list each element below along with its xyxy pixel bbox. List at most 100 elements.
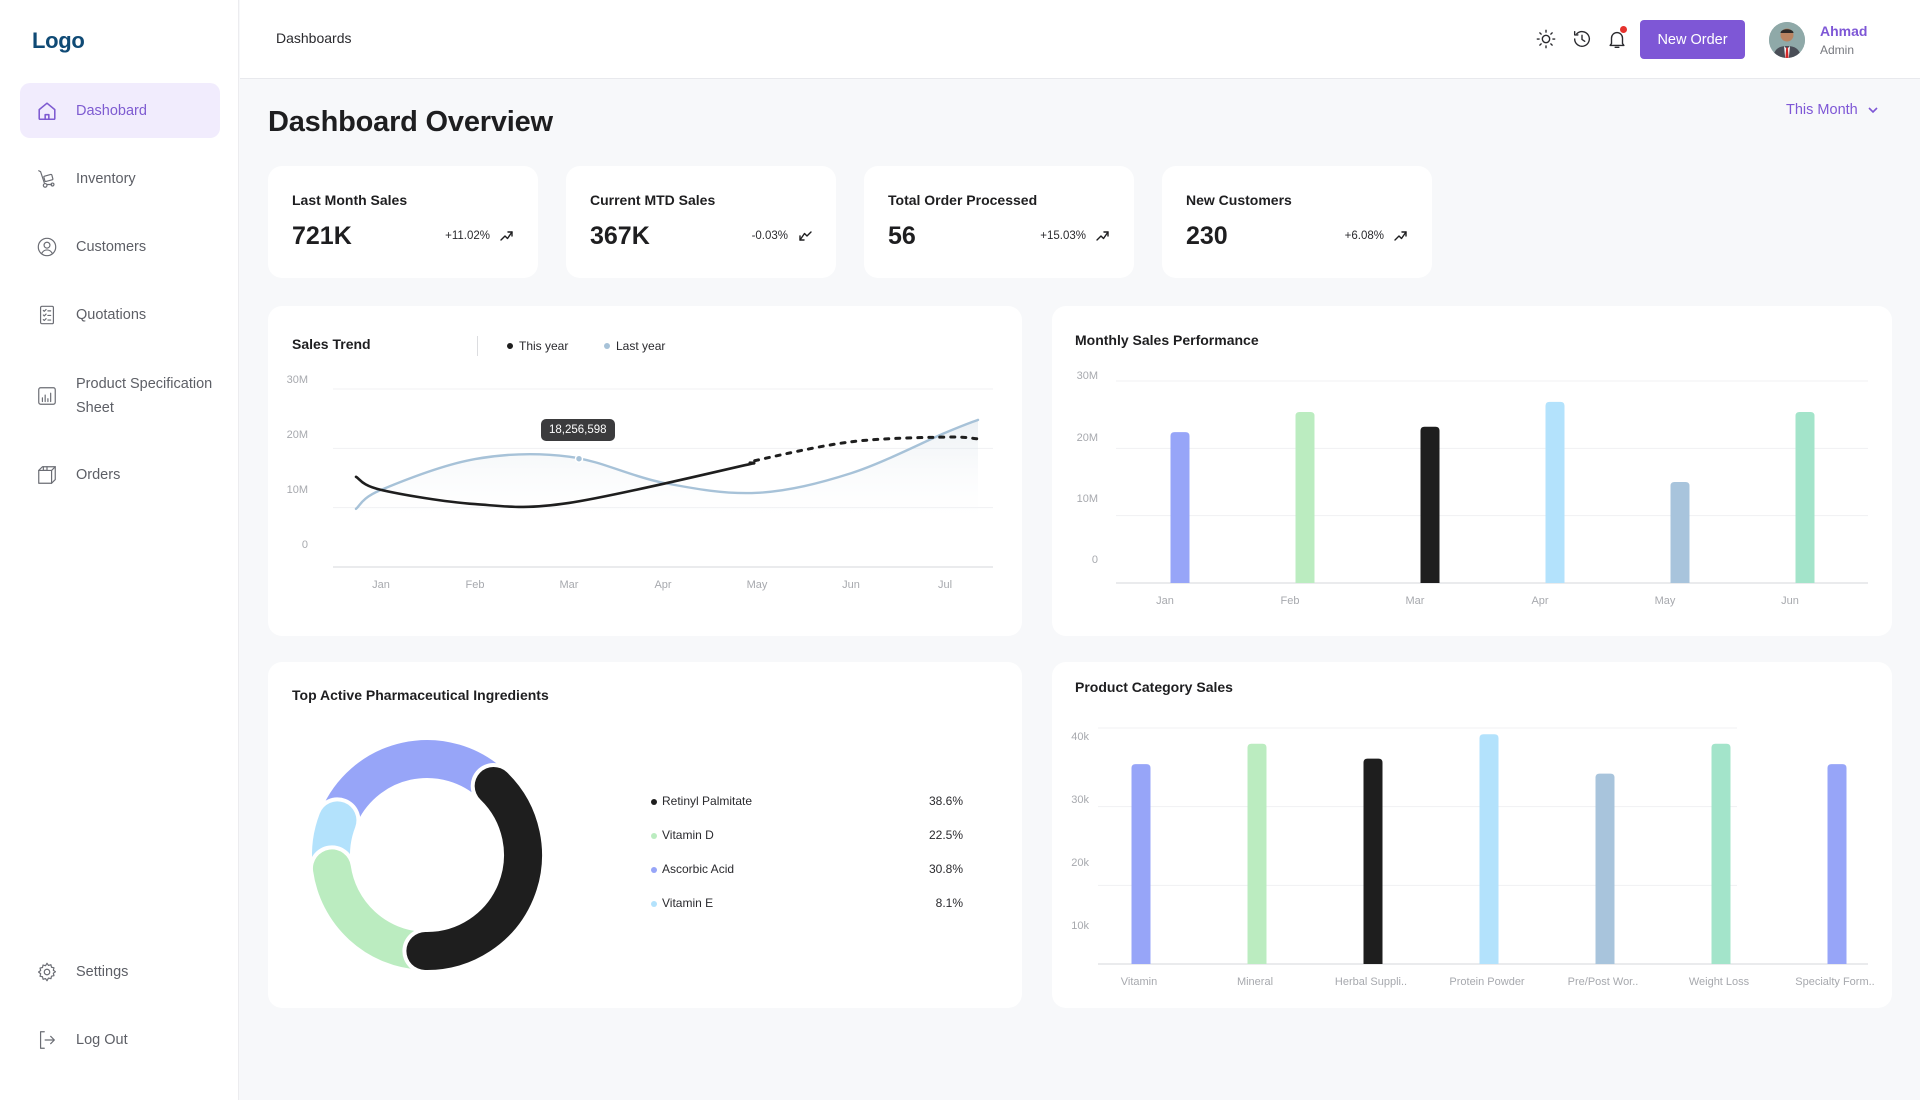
bar xyxy=(1363,758,1383,964)
sidebar-item-orders[interactable]: Orders xyxy=(20,447,220,502)
sales-trend-card: Sales Trend This year Last year 30M 20M 10… xyxy=(268,306,1022,636)
stat-title: Last Month Sales xyxy=(292,192,408,208)
sidebar-item-customers[interactable]: Customers xyxy=(20,219,220,274)
legend-value: 38.6% xyxy=(928,794,963,808)
checklist-icon xyxy=(36,304,58,326)
y-tick-label: 40k xyxy=(1071,731,1089,743)
sidebar-item-product-specification-sheet[interactable]: Product Specification Sheet xyxy=(20,368,220,424)
x-tick-label: Pre/Post Wor.. xyxy=(1568,976,1639,988)
donut-slice xyxy=(319,740,511,837)
logo[interactable]: Logo xyxy=(32,28,85,54)
donut-slice xyxy=(406,766,542,970)
bar xyxy=(1295,411,1315,583)
sidebar-item-label: Log Out xyxy=(76,1031,128,1048)
trend-up-icon xyxy=(1394,229,1408,243)
stat-value: 721K xyxy=(292,222,352,250)
monthly-sales-card: Monthly Sales Performance 30M 20M 10M 0 Jan F… xyxy=(1052,306,1892,636)
breadcrumb[interactable]: Dashboards xyxy=(276,30,352,46)
bell-icon[interactable] xyxy=(1606,26,1628,50)
sidebar-item-label: Dashobard xyxy=(76,102,147,119)
area-fill xyxy=(356,419,978,527)
sidebar-item-settings[interactable]: Settings xyxy=(20,944,220,999)
sidebar-item-label: Product Specification Sheet xyxy=(76,376,213,416)
x-tick-label: Specialty Form.. xyxy=(1795,976,1874,988)
user-name: Ahmad xyxy=(1820,23,1868,39)
sidebar-item-quotations[interactable]: Quotations xyxy=(20,287,220,342)
stat-card-current-mtd-sales: Current MTD Sales 367K -0.03% xyxy=(566,166,836,278)
stat-value: 56 xyxy=(888,222,916,250)
stat-title: Total Order Processed xyxy=(888,192,1038,208)
legend-item[interactable]: Retinyl Palmitate 38.6% xyxy=(651,793,963,811)
x-tick-label: Jul xyxy=(938,579,952,591)
legend-label: Vitamin E xyxy=(662,896,714,910)
legend-dot xyxy=(651,799,657,805)
new-order-button[interactable]: New Order xyxy=(1640,20,1745,59)
sidebar-item-label: Settings xyxy=(76,963,129,980)
bar xyxy=(1545,401,1565,583)
hand-truck-icon xyxy=(36,168,58,190)
stat-change: +6.08% xyxy=(1344,230,1384,242)
legend-label: Retinyl Palmitate xyxy=(662,794,753,808)
y-tick-label: 20M xyxy=(287,429,308,441)
stat-card-last-month-sales: Last Month Sales 721K +11.02% xyxy=(268,166,538,278)
home-icon xyxy=(36,100,58,122)
box-icon xyxy=(36,464,58,486)
bar xyxy=(1595,773,1615,964)
y-tick-label: 10M xyxy=(287,484,308,496)
bar xyxy=(1795,411,1815,583)
sidebar-item-label: Quotations xyxy=(76,306,147,323)
bar xyxy=(1670,482,1690,583)
trend-up-icon xyxy=(1096,229,1110,243)
x-tick-label: Apr xyxy=(654,579,671,591)
sun-icon[interactable] xyxy=(1535,28,1557,50)
x-tick-label: Mineral xyxy=(1237,976,1273,988)
sidebar-item-log-out[interactable]: Log Out xyxy=(20,1012,220,1067)
period-selected: This Month xyxy=(1786,102,1858,118)
sidebar-item-label: Orders xyxy=(76,466,121,483)
gear-icon xyxy=(36,961,58,983)
sidebar: Logo Dashobard Inventory Customers Quota… xyxy=(0,0,239,1100)
legend-dot xyxy=(651,867,657,873)
x-tick-label: Feb xyxy=(466,579,485,591)
legend-label: Vitamin D xyxy=(662,828,714,842)
bar xyxy=(1247,743,1267,964)
trend-up-icon xyxy=(500,229,514,243)
notification-badge xyxy=(1620,26,1627,33)
monthly-sales-chart: 30M 20M 10M 0 Jan Feb Mar Apr May Jun xyxy=(1077,370,1868,607)
legend-item[interactable]: Ascorbic Acid 30.8% xyxy=(651,861,963,879)
bar xyxy=(1170,432,1190,583)
legend-item[interactable]: Vitamin E 8.1% xyxy=(651,895,963,913)
y-tick-label: 10M xyxy=(1077,493,1098,505)
stat-value: 367K xyxy=(590,222,650,250)
legend-value: 8.1% xyxy=(935,896,963,910)
bar xyxy=(1131,764,1151,964)
history-icon[interactable] xyxy=(1571,28,1593,50)
stat-change: -0.03% xyxy=(751,230,788,242)
x-tick-label: Jan xyxy=(372,579,390,591)
x-tick-label: Protein Powder xyxy=(1449,976,1525,988)
bar-chart-icon xyxy=(36,385,58,407)
avatar xyxy=(1769,22,1805,58)
legend-item[interactable]: Vitamin D 22.5% xyxy=(651,827,963,845)
sidebar-item-dashboard[interactable]: Dashobard xyxy=(20,83,220,138)
page-title: Dashboard Overview xyxy=(268,106,553,138)
legend-label: Ascorbic Acid xyxy=(662,862,735,876)
x-tick-label: May xyxy=(1655,595,1676,607)
sales-trend-chart: 30M 20M 10M 0 Jan Feb Mar Apr May Jun Jul xyxy=(287,374,993,591)
product-category-chart: 40k 30k 20k 10k Vitamin Mineral Herbal Suppli.… xyxy=(1071,727,1875,988)
legend-value: 22.5% xyxy=(928,828,963,842)
x-tick-label: Jan xyxy=(1156,595,1174,607)
legend-dot xyxy=(651,901,657,907)
stat-title: New Customers xyxy=(1186,192,1292,208)
bar xyxy=(1479,734,1499,964)
x-tick-label: Mar xyxy=(560,579,579,591)
x-tick-label: Mar xyxy=(1406,595,1425,607)
x-tick-label: Weight Loss xyxy=(1689,976,1750,988)
x-tick-label: Vitamin xyxy=(1121,976,1157,988)
period-dropdown[interactable]: This Month xyxy=(1786,102,1880,118)
user-profile[interactable]: Ahmad Admin xyxy=(1768,20,1908,62)
x-tick-label: Jun xyxy=(842,579,860,591)
data-point xyxy=(574,454,584,463)
sidebar-item-inventory[interactable]: Inventory xyxy=(20,151,220,206)
y-tick-label: 0 xyxy=(1092,554,1098,566)
